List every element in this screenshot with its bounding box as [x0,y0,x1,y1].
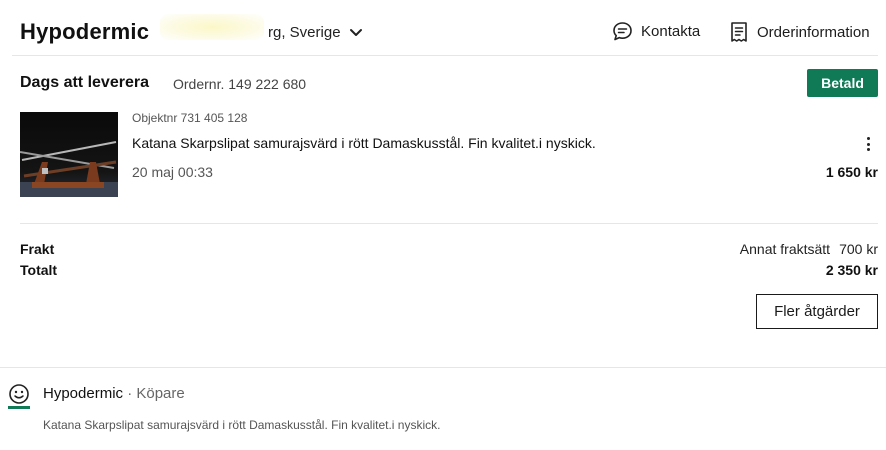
order-status-title: Dags att leverera [20,74,149,91]
more-actions-button[interactable]: Fler åtgärder [756,294,878,329]
total-label: Totalt [20,262,58,278]
object-number: Objektnr 731 405 128 [132,111,248,125]
item-thumbnail[interactable] [20,112,118,197]
order-information-label: Orderinformation [757,23,870,41]
kebab-dot [866,137,870,140]
store-name: Hypodermic [20,19,150,44]
order-status-row: Dags att leverera Ordernr. 149 222 680 B… [0,68,886,98]
shipping-value: Annat fraktsätt 700 kr [740,241,878,257]
shipping-method: Annat fraktsätt [739,241,831,257]
item-divider [20,223,878,224]
kebab-menu-icon[interactable] [861,135,875,153]
chevron-down-icon [349,28,362,36]
item-date: 20 maj 00:33 [132,164,213,180]
top-header: Hypodermic rg, Sverige Kontakta Orderinf… [0,0,886,56]
buyer-name[interactable]: Hypodermic [43,385,123,402]
item-price: 1 650 kr [825,164,878,180]
kebab-dot [866,148,870,151]
header-divider [12,55,878,56]
buyer-divider [0,367,886,368]
chat-bubble-icon [613,22,632,41]
paid-status-badge: Betald [807,69,878,97]
shipping-label: Frakt [20,241,55,257]
total-price: 2 350 kr [825,262,878,278]
receipt-icon [731,22,747,42]
contact-link[interactable]: Kontakta [612,21,700,42]
contact-label: Kontakta [641,23,701,40]
order-number: Ordernr. 149 222 680 [173,76,307,92]
order-item: Objektnr 731 405 128 Katana Skarpslipat … [20,110,878,200]
smiley-avatar-icon [8,384,30,409]
katana-photo [20,112,118,197]
location-text: rg, Sverige [268,24,341,41]
buyer-role: · Köpare [123,385,185,402]
item-title[interactable]: Katana Skarpslipat samurajsvärd i rött D… [132,135,596,151]
order-information-link[interactable]: Orderinformation [729,21,870,43]
location-selector[interactable]: rg, Sverige [160,13,363,41]
buyer-name-line: Hypodermic · Köpare [43,385,185,402]
shipping-price: 700 kr [839,241,878,257]
redacted-location-blur [160,13,264,40]
buyer-item-title: Katana Skarpslipat samurajsvärd i rött D… [43,418,441,432]
kebab-dot [866,142,870,146]
